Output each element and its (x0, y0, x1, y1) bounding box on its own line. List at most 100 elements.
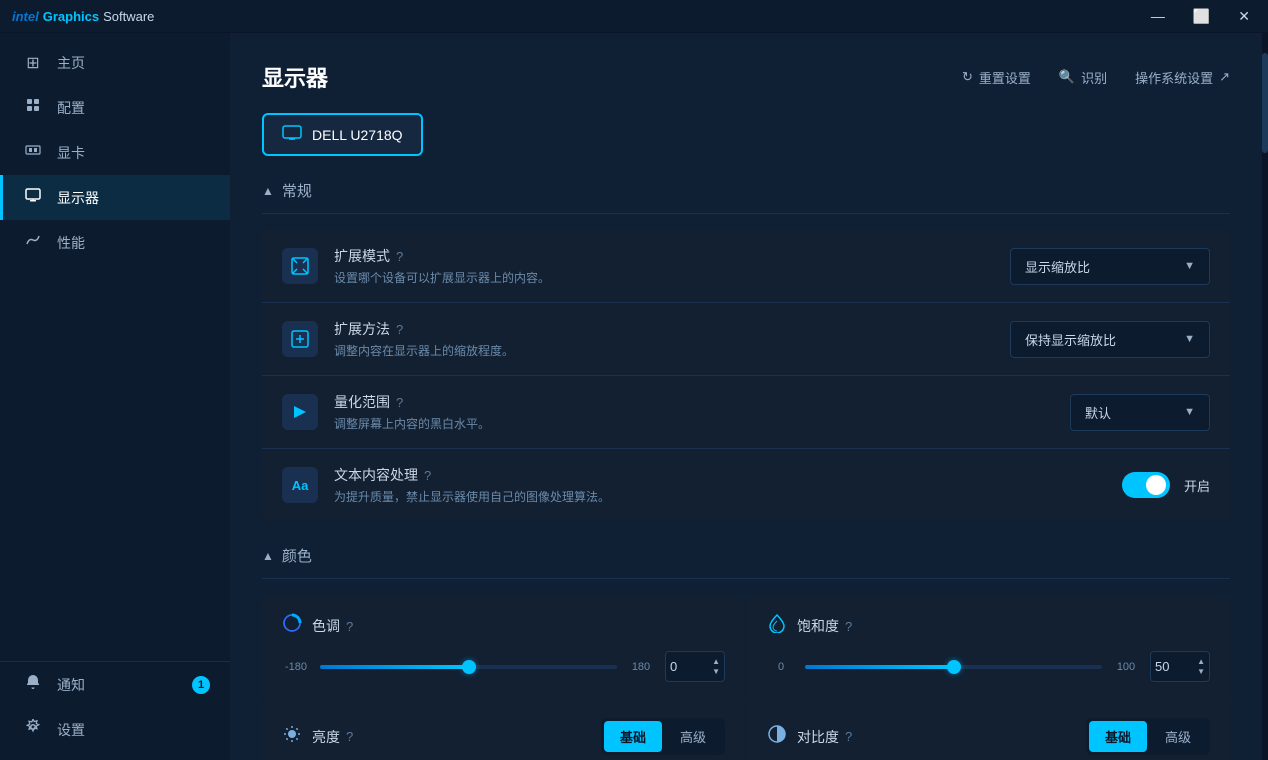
text-processing-toggle[interactable] (1122, 472, 1170, 498)
expand-mode-dropdown[interactable]: 显示缩放比 ▼ (1010, 248, 1210, 285)
hue-min: -180 (282, 661, 310, 673)
monitor-button[interactable]: DELL U2718Q (262, 113, 423, 156)
color-chevron: ▲ (262, 549, 274, 563)
sidebar-item-perf[interactable]: 性能 (0, 220, 230, 265)
saturation-slider-row: 0 100 50 ▲ ▼ (767, 651, 1210, 682)
contrast-tab-advanced[interactable]: 高级 (1149, 721, 1207, 752)
notify-icon (23, 674, 43, 695)
identify-label: 识别 (1081, 68, 1107, 87)
expand-mode-control: 显示缩放比 ▼ (1010, 248, 1210, 285)
sidebar-item-display[interactable]: 显示器 (0, 175, 230, 220)
main-content: 显示器 ↻ 重置设置 🔍 识别 操作系统设置 ↗ (230, 33, 1262, 760)
saturation-down-arrow[interactable]: ▼ (1197, 667, 1205, 676)
contrast-header: 对比度 ? 基础 高级 (767, 718, 1210, 755)
identify-icon: 🔍 (1059, 69, 1075, 85)
close-button[interactable]: ✕ (1232, 7, 1256, 25)
contrast-tab-basic[interactable]: 基础 (1089, 721, 1147, 752)
quantize-range-desc: 调整屏幕上内容的黑白水平。 (334, 415, 1070, 432)
scrollbar[interactable] (1262, 33, 1268, 760)
expand-mode-value: 显示缩放比 (1025, 257, 1090, 276)
text-processing-toggle-label: 开启 (1184, 476, 1210, 495)
text-processing-icon: Aa (282, 467, 318, 503)
hue-icon (282, 613, 302, 639)
expand-method-title: 扩展方法 ? (334, 319, 1010, 339)
saturation-arrows[interactable]: ▲ ▼ (1197, 657, 1205, 676)
contrast-tab-group: 基础 高级 (1086, 718, 1210, 755)
expand-mode-icon (282, 248, 318, 284)
saturation-thumb[interactable] (947, 660, 961, 674)
identify-button[interactable]: 🔍 识别 (1059, 68, 1107, 87)
sidebar-item-config[interactable]: 配置 (0, 85, 230, 130)
expand-method-info: 扩展方法 ? 调整内容在显示器上的缩放程度。 (334, 319, 1010, 359)
quantize-range-arrow: ▼ (1184, 406, 1195, 418)
sidebar-label-notify: 通知 (57, 675, 85, 695)
hue-up-arrow[interactable]: ▲ (712, 657, 720, 666)
setting-expand-method: 扩展方法 ? 调整内容在显示器上的缩放程度。 保持显示缩放比 ▼ (262, 303, 1230, 376)
contrast-title-area: 对比度 ? (767, 724, 852, 750)
text-processing-help[interactable]: ? (424, 468, 431, 483)
expand-method-icon (282, 321, 318, 357)
brightness-title-area: 亮度 ? (282, 724, 353, 750)
bc-grid: 亮度 ? 基础 高级 所有 强度 (262, 702, 1230, 760)
color-section-header[interactable]: ▲ 颜色 (262, 545, 1230, 566)
sidebar-item-gpu[interactable]: 显卡 (0, 130, 230, 175)
scroll-thumb[interactable] (1262, 53, 1268, 153)
general-chevron: ▲ (262, 184, 274, 198)
external-icon: ↗ (1219, 69, 1230, 85)
os-settings-button[interactable]: 操作系统设置 ↗ (1135, 68, 1230, 87)
sidebar-item-settings[interactable]: 设置 (0, 707, 230, 752)
saturation-min: 0 (767, 661, 795, 673)
hue-help[interactable]: ? (346, 619, 353, 634)
quantize-range-help[interactable]: ? (396, 395, 403, 410)
minimize-button[interactable]: — (1145, 7, 1171, 25)
brightness-title: 亮度 ? (312, 727, 353, 747)
sidebar-label-gpu: 显卡 (57, 143, 85, 163)
hue-arrows[interactable]: ▲ ▼ (712, 657, 720, 676)
hue-value-input[interactable]: 0 ▲ ▼ (665, 651, 725, 682)
maximize-button[interactable]: ⬜ (1187, 7, 1216, 25)
reset-label: 重置设置 (979, 68, 1031, 87)
titlebar: intel Graphics Software — ⬜ ✕ (0, 0, 1268, 33)
hue-thumb[interactable] (462, 660, 476, 674)
expand-mode-desc: 设置哪个设备可以扩展显示器上的内容。 (334, 269, 1010, 286)
general-divider (262, 213, 1230, 214)
brightness-icon (282, 724, 302, 750)
display-icon (23, 187, 43, 208)
expand-mode-title: 扩展模式 ? (334, 246, 1010, 266)
hue-value: 0 (670, 659, 677, 674)
sidebar-item-notify[interactable]: 通知 1 (0, 662, 230, 707)
expand-mode-help[interactable]: ? (396, 249, 403, 264)
saturation-value: 50 (1155, 659, 1169, 674)
sidebar-item-home[interactable]: ⊞ 主页 (0, 41, 230, 85)
setting-text-processing: Aa 文本内容处理 ? 为提升质量，禁止显示器使用自己的图像处理算法。 开启 (262, 449, 1230, 521)
monitor-selector: DELL U2718Q (262, 113, 1230, 156)
text-processing-info: 文本内容处理 ? 为提升质量，禁止显示器使用自己的图像处理算法。 (334, 465, 1122, 505)
saturation-value-input[interactable]: 50 ▲ ▼ (1150, 651, 1210, 682)
saturation-slider[interactable] (805, 657, 1102, 677)
sidebar-label-settings: 设置 (57, 720, 85, 740)
quantize-range-title: 量化范围 ? (334, 392, 1070, 412)
brightness-help[interactable]: ? (346, 729, 353, 744)
expand-method-dropdown[interactable]: 保持显示缩放比 ▼ (1010, 321, 1210, 358)
sidebar: ⊞ 主页 配置 显卡 显示器 性能 (0, 33, 230, 760)
toggle-thumb (1146, 475, 1166, 495)
saturation-help[interactable]: ? (845, 619, 852, 634)
saturation-track (805, 665, 1102, 669)
brightness-tab-advanced[interactable]: 高级 (664, 721, 722, 752)
brightness-tab-basic[interactable]: 基础 (604, 721, 662, 752)
saturation-up-arrow[interactable]: ▲ (1197, 657, 1205, 666)
quantize-range-control: 默认 ▼ (1070, 394, 1210, 431)
hue-slider[interactable] (320, 657, 617, 677)
quantize-range-value: 默认 (1085, 403, 1111, 422)
color-divider (262, 578, 1230, 579)
expand-method-help[interactable]: ? (396, 322, 403, 337)
hue-card: 色调 ? -180 180 (262, 595, 745, 700)
text-processing-desc: 为提升质量，禁止显示器使用自己的图像处理算法。 (334, 488, 1122, 505)
hue-down-arrow[interactable]: ▼ (712, 667, 720, 676)
contrast-help[interactable]: ? (845, 729, 852, 744)
quantize-range-dropdown[interactable]: 默认 ▼ (1070, 394, 1210, 431)
reset-settings-button[interactable]: ↻ 重置设置 (962, 68, 1031, 87)
general-section-header[interactable]: ▲ 常规 (262, 180, 1230, 201)
hue-track (320, 665, 617, 669)
sidebar-bottom: 通知 1 设置 (0, 661, 230, 760)
